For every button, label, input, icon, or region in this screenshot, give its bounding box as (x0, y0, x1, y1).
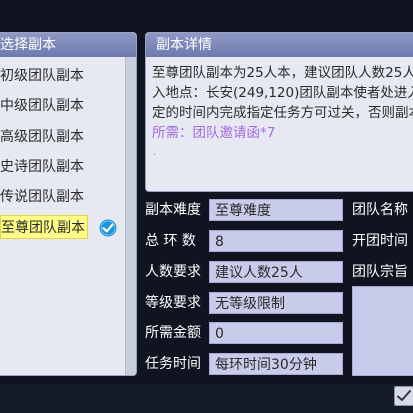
dungeon-detail-text: 至尊团队副本为25人本，建议团队人数25人 入地点：长安(249,120)团队副… (152, 63, 413, 143)
detail-line-3: 定的时间内完成指定任务方可过关，否则副本 (152, 105, 413, 121)
dungeon-item-epic[interactable]: 史诗团队副本 (0, 155, 84, 179)
time-label: 任务时间 (145, 356, 201, 372)
rounds-field: 8 (209, 230, 343, 252)
detail-dot-marker: · (153, 150, 157, 161)
dungeon-list: 初级团队副本 中级团队副本 高级团队副本 史诗团队副本 传说团队副本 至尊团队副… (0, 57, 126, 375)
time-field: 每环时间30分钟 (209, 353, 343, 375)
checkmark-icon (397, 390, 411, 401)
gold-field: 0 (209, 322, 343, 344)
difficulty-field: 至尊难度 (209, 199, 343, 221)
dungeon-list-scrollbar[interactable] (125, 57, 136, 375)
team-purpose-label: 团队宗旨 (352, 264, 408, 280)
members-label: 人数要求 (145, 264, 201, 280)
dungeon-select-panel: 选择副本 初级团队副本 中级团队副本 高级团队副本 史诗团队副本 传说团队副本 … (0, 32, 137, 376)
team-start-label: 开团时间 (352, 233, 408, 249)
dungeon-item-primary[interactable]: 初级团队副本 (0, 64, 84, 88)
selected-check-icon (99, 219, 117, 237)
dungeon-item-supreme[interactable]: 至尊团队副本 (0, 215, 88, 239)
level-label: 等级要求 (145, 295, 201, 311)
detail-line-1: 至尊团队副本为25人本，建议团队人数25人 (152, 65, 413, 81)
team-name-label: 团队名称 (352, 202, 408, 218)
detail-line-2: 入地点：长安(249,120)团队副本使者处进入 (152, 85, 413, 101)
bottom-bar (0, 384, 413, 413)
dungeon-detail-panel: 副本详情 至尊团队副本为25人本，建议团队人数25人 入地点：长安(249,12… (145, 32, 413, 192)
level-field: 无等级限制 (209, 292, 343, 314)
dungeon-select-title: 选择副本 (0, 33, 136, 57)
dungeon-item-intermediate[interactable]: 中级团队副本 (0, 94, 84, 118)
team-purpose-input[interactable] (352, 286, 413, 376)
dungeon-item-legendary[interactable]: 传说团队副本 (0, 185, 84, 209)
dungeon-detail-title: 副本详情 (146, 33, 413, 57)
confirm-checkbox[interactable] (394, 386, 413, 406)
members-field: 建议人数25人 (209, 261, 343, 283)
dungeon-item-advanced[interactable]: 高级团队副本 (0, 125, 84, 149)
gold-label: 所需金额 (145, 325, 201, 341)
rounds-label: 总 环 数 (145, 233, 196, 249)
detail-requirement: 所需：团队邀请函*7 (152, 125, 276, 141)
difficulty-label: 副本难度 (145, 202, 201, 218)
